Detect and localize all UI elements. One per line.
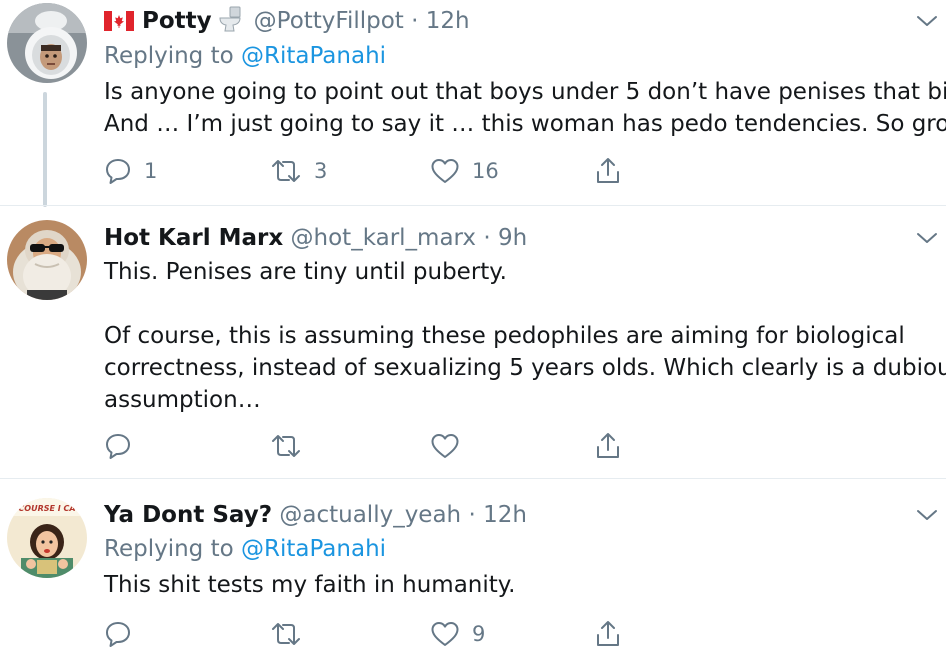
- retweet-count: 3: [314, 159, 328, 183]
- avatar-comic-text: COURSE I CA: [18, 504, 75, 513]
- share-button[interactable]: [594, 619, 622, 649]
- share-icon: [597, 621, 619, 646]
- timestamp[interactable]: 12h: [426, 8, 470, 34]
- retweet-button[interactable]: 3: [270, 156, 327, 186]
- tweet-text: Is anyone going to point out that boys u…: [104, 76, 946, 140]
- replying-to-label: Replying to: [104, 43, 234, 69]
- tweet-text: This shit tests my faith in humanity.: [104, 569, 515, 601]
- display-name[interactable]: Hot Karl Marx: [104, 225, 283, 251]
- tweet-text-line: And … I’m just going to say it … this wo…: [104, 111, 946, 137]
- tweet-text: This. Penises are tiny until puberty. Of…: [104, 256, 946, 416]
- avatar-marx-image: [7, 220, 87, 300]
- user-handle[interactable]: @hot_karl_marx: [291, 225, 476, 251]
- separator-dot: ·: [483, 225, 491, 251]
- separator-dot: ·: [411, 8, 419, 34]
- tweet-text-line: This. Penises are tiny until puberty.: [104, 259, 507, 285]
- retweet-icon: [272, 623, 300, 645]
- share-button[interactable]: [594, 156, 622, 186]
- avatar-toilet-image: [7, 3, 87, 83]
- tweet-text-blank-line: [104, 288, 946, 320]
- chevron-down-icon[interactable]: [916, 231, 938, 245]
- replying-to-label: Replying to: [104, 536, 234, 562]
- chevron-down-icon[interactable]: [916, 508, 938, 522]
- tweet-text-line: Of course, this is assuming these pedoph…: [104, 323, 905, 349]
- tweet-ya-dont-say[interactable]: COURSE I CA Ya Dont Say? @actually_yeah …: [0, 479, 946, 655]
- like-button[interactable]: 16: [430, 156, 499, 186]
- timestamp[interactable]: 9h: [498, 225, 527, 251]
- canada-flag-icon: [104, 9, 134, 39]
- avatar-comic-image: COURSE I CA: [7, 498, 87, 578]
- retweet-button[interactable]: [270, 619, 314, 649]
- tweet-potty[interactable]: Potty @PottyFillpot · 12h Replying to @R…: [0, 0, 946, 207]
- like-button[interactable]: [430, 431, 472, 461]
- avatar-hot-karl-marx[interactable]: [7, 220, 87, 300]
- like-count: 9: [472, 622, 486, 646]
- separator-dot: ·: [468, 502, 476, 528]
- tweet-hot-karl-marx[interactable]: Hot Karl Marx @hot_karl_marx · 9h This. …: [0, 206, 946, 478]
- heart-icon: [431, 159, 459, 183]
- display-name[interactable]: Ya Dont Say?: [104, 502, 272, 528]
- avatar-potty[interactable]: [7, 3, 87, 83]
- thread-connector-line: [43, 92, 47, 207]
- reply-button[interactable]: [104, 431, 144, 461]
- chevron-down-icon[interactable]: [916, 14, 938, 28]
- tweet-header: Potty @PottyFillpot · 12h: [104, 6, 470, 40]
- tweet-header: Hot Karl Marx @hot_karl_marx · 9h: [104, 223, 527, 253]
- tweet-actions: 9: [104, 619, 644, 649]
- share-button[interactable]: [594, 431, 622, 461]
- toilet-emoji-icon: [218, 6, 242, 40]
- tweet-actions: 1 3 16: [104, 156, 644, 186]
- user-handle[interactable]: @PottyFillpot: [254, 8, 404, 34]
- reply-icon: [106, 434, 130, 459]
- heart-icon: [431, 622, 459, 646]
- replying-to: Replying to @RitaPanahi: [104, 41, 386, 71]
- reply-button[interactable]: 1: [104, 156, 157, 186]
- tweet-text-line: This shit tests my faith in humanity.: [104, 572, 516, 598]
- replying-to-link[interactable]: @RitaPanahi: [241, 536, 386, 562]
- share-icon: [597, 433, 619, 458]
- tweet-header: Ya Dont Say? @actually_yeah · 12h: [104, 500, 527, 530]
- replying-to-link[interactable]: @RitaPanahi: [241, 43, 386, 69]
- reply-button[interactable]: [104, 619, 144, 649]
- tweet-actions: [104, 431, 644, 461]
- reply-count: 1: [144, 159, 158, 183]
- like-count: 16: [472, 159, 499, 183]
- like-button[interactable]: 9: [430, 619, 485, 649]
- tweet-text-line: assumption…: [104, 387, 261, 413]
- retweet-icon: [272, 160, 300, 182]
- avatar-ya-dont-say[interactable]: COURSE I CA: [7, 498, 87, 578]
- share-icon: [597, 158, 619, 183]
- tweet-text-line: Is anyone going to point out that boys u…: [104, 79, 946, 105]
- heart-icon: [431, 434, 459, 458]
- reply-icon: [106, 159, 130, 184]
- retweet-button[interactable]: [270, 431, 314, 461]
- user-handle[interactable]: @actually_yeah: [279, 502, 461, 528]
- display-name[interactable]: Potty: [142, 8, 212, 34]
- reply-icon: [106, 622, 130, 647]
- timestamp[interactable]: 12h: [483, 502, 527, 528]
- retweet-icon: [272, 435, 300, 457]
- tweet-text-line: correctness, instead of sexualizing 5 ye…: [104, 355, 946, 381]
- replying-to: Replying to @RitaPanahi: [104, 534, 386, 564]
